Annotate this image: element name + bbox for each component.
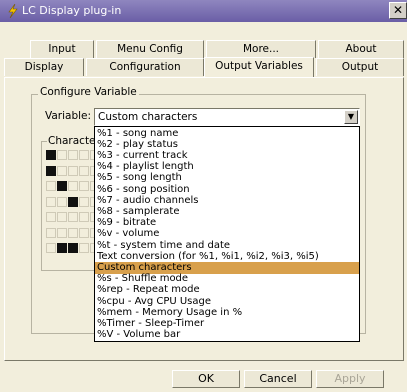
dropdown-option[interactable]: %3 - current track (95, 150, 359, 162)
character-pixel[interactable] (57, 212, 67, 222)
character-pixel[interactable] (79, 212, 89, 222)
dropdown-option[interactable]: %rep - Repeat mode (95, 284, 359, 296)
dropdown-option[interactable]: %2 - play status (95, 139, 359, 151)
character-pixel[interactable] (57, 150, 67, 160)
lightning-icon (8, 4, 18, 18)
variable-select[interactable]: Custom characters ▼ (94, 108, 360, 126)
character-pixel[interactable] (79, 165, 89, 176)
character-pixel[interactable] (46, 196, 56, 207)
tab-more[interactable]: More... (206, 40, 316, 58)
tab-output[interactable]: Output (316, 58, 404, 76)
character-pixel[interactable] (79, 243, 89, 253)
dropdown-option[interactable]: %V - Volume bar (95, 329, 359, 341)
character-pixel[interactable] (68, 150, 78, 160)
close-button[interactable]: ✕ (389, 2, 407, 19)
configure-variable-legend: Configure Variable (38, 86, 139, 98)
dropdown-option[interactable]: %mem - Memory Usage in % (95, 307, 359, 319)
character-pixel[interactable] (46, 165, 56, 176)
dropdown-option[interactable]: %5 - song length (95, 172, 359, 184)
tab-input[interactable]: Input (30, 40, 94, 58)
chevron-down-icon[interactable]: ▼ (344, 110, 358, 124)
variable-dropdown-list[interactable]: %1 - song name %2 - play status %3 - curre… (94, 126, 360, 342)
character-pixel[interactable] (79, 181, 89, 191)
character-pixel[interactable] (57, 243, 67, 253)
character-pixel[interactable] (57, 227, 67, 238)
dropdown-option[interactable]: %1 - song name (95, 128, 359, 140)
character-pixel[interactable] (68, 212, 78, 222)
dropdown-option[interactable]: %v - volume (95, 228, 359, 240)
plugin-window: LC Display plug-in ✕ Input Menu Config M… (0, 0, 407, 392)
cancel-button[interactable]: Cancel (244, 370, 312, 388)
dropdown-option[interactable]: %8 - samplerate (95, 206, 359, 218)
characters-legend: Characte (47, 135, 97, 147)
tab-configuration[interactable]: Configuration (86, 58, 204, 76)
tab-about[interactable]: About (318, 40, 404, 58)
window-title: LC Display plug-in (22, 4, 122, 17)
dropdown-option[interactable]: Custom characters (95, 261, 359, 274)
character-pixel[interactable] (68, 196, 78, 207)
dropdown-option[interactable]: %4 - playlist length (95, 161, 359, 173)
character-pixel[interactable] (79, 150, 89, 160)
dropdown-option[interactable]: %cpu - Avg CPU Usage (95, 296, 359, 308)
dropdown-option[interactable]: %6 - song position (95, 184, 359, 196)
dropdown-option[interactable]: %s - Shuffle mode (95, 273, 359, 285)
dropdown-option[interactable]: Text conversion (for %1, %i1, %i2, %i3, … (95, 251, 359, 263)
tab-menu-config[interactable]: Menu Config (96, 40, 204, 58)
character-pixel[interactable] (46, 227, 56, 238)
character-pixel[interactable] (68, 181, 78, 191)
character-pixel[interactable] (46, 150, 56, 160)
character-pixel[interactable] (46, 212, 56, 222)
apply-button[interactable]: Apply (316, 370, 384, 388)
character-pixel[interactable] (46, 243, 56, 253)
dropdown-option[interactable]: %t - system time and date (95, 240, 359, 252)
character-pixel[interactable] (79, 227, 89, 238)
character-pixel[interactable] (68, 243, 78, 253)
character-pixel[interactable] (46, 181, 56, 191)
character-pixel[interactable] (57, 181, 67, 191)
character-pixel[interactable] (68, 227, 78, 238)
dropdown-option[interactable]: %Timer - Sleep-Timer (95, 318, 359, 330)
ok-button[interactable]: OK (172, 370, 240, 388)
tab-display[interactable]: Display (4, 58, 84, 76)
variable-select-value: Custom characters (98, 111, 198, 123)
tab-output-variables[interactable]: Output Variables (204, 57, 314, 77)
title-bar: LC Display plug-in ✕ (0, 0, 407, 22)
variable-label: Variable: (45, 110, 92, 122)
dropdown-option[interactable]: %7 - audio channels (95, 195, 359, 207)
character-pixel[interactable] (68, 165, 78, 176)
character-pixel[interactable] (79, 196, 89, 207)
dropdown-option[interactable]: %9 - bitrate (95, 217, 359, 229)
character-pixel[interactable] (57, 196, 67, 207)
character-pixel[interactable] (57, 165, 67, 176)
